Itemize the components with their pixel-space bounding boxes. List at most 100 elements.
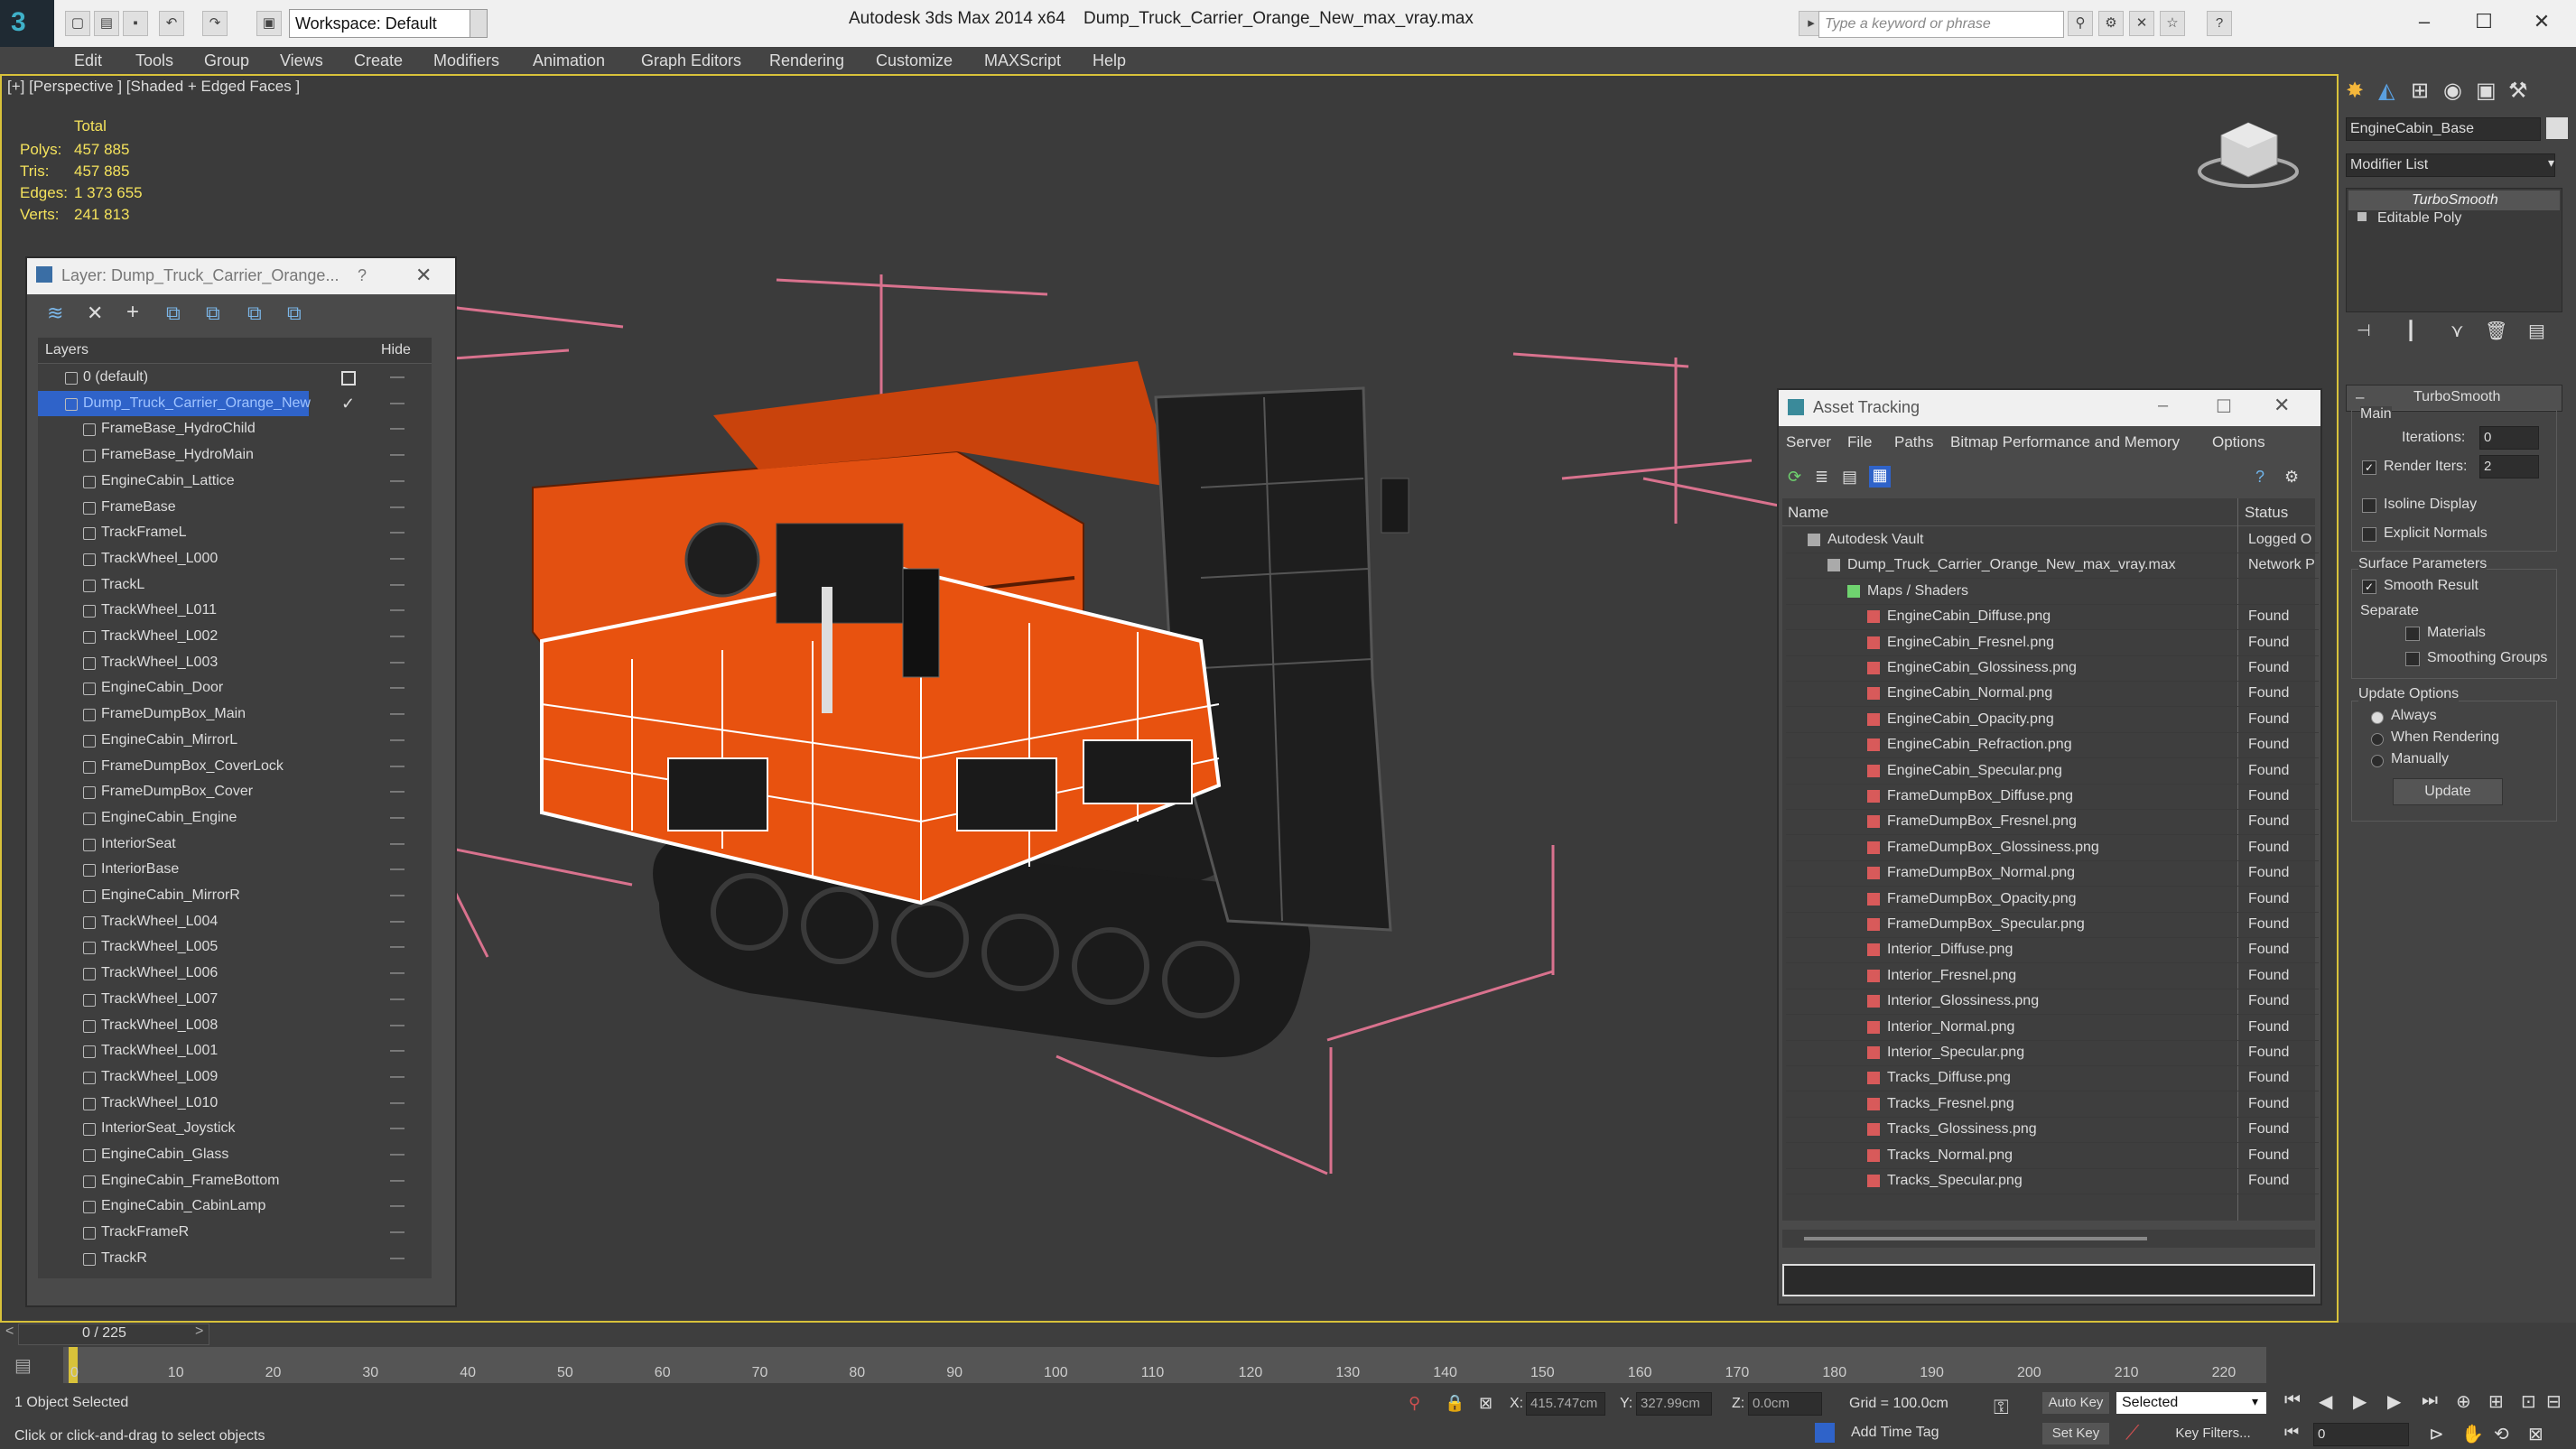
menu-group[interactable]: Group (204, 47, 249, 74)
field-of-view-icon[interactable]: ⊳ (2429, 1423, 2444, 1445)
hide-toggle-icon[interactable]: — (390, 442, 405, 468)
asset-row[interactable]: Interior_Normal.png Found (1786, 1015, 2319, 1041)
hide-toggle-icon[interactable]: — (390, 754, 405, 779)
list-view-icon[interactable]: ≣ (1815, 468, 1828, 487)
smooth-result-checkbox[interactable]: ✓ (2362, 580, 2376, 594)
make-unique-icon[interactable]: ⋎ (2450, 320, 2464, 342)
hide-toggle-icon[interactable]: — (390, 469, 405, 494)
undo-icon[interactable]: ↶ (159, 11, 184, 36)
layer-row[interactable]: FrameBase_HydroChild — (38, 416, 432, 441)
favorites-icon[interactable]: ☆ (2160, 11, 2185, 36)
hide-toggle-icon[interactable]: — (390, 728, 405, 753)
asset-menu-bitmap[interactable]: Bitmap Performance and Memory (1950, 433, 2180, 451)
asset-row[interactable]: FrameDumpBox_Specular.png Found (1786, 912, 2319, 938)
hide-toggle-icon[interactable]: — (390, 650, 405, 675)
iterations-spinner[interactable]: 0 (2479, 426, 2539, 450)
layer-row[interactable]: TrackWheel_L001 — (38, 1038, 432, 1064)
layer-row[interactable]: InteriorSeat_Joystick — (38, 1116, 432, 1141)
x-coordinate-field[interactable]: 415.747cm (1526, 1392, 1605, 1416)
always-radio[interactable] (2371, 711, 2384, 724)
asset-row[interactable]: Interior_Diffuse.png Found (1786, 937, 2319, 964)
asset-row[interactable]: Maps / Shaders (1786, 579, 2319, 605)
hide-toggle-icon[interactable]: — (390, 546, 405, 571)
previous-frame-icon[interactable]: ◀︎ (2319, 1390, 2332, 1413)
layer-row[interactable]: EngineCabin_CabinLamp — (38, 1194, 432, 1219)
zoom-all-icon[interactable]: ⊞ (2488, 1390, 2504, 1413)
asset-row[interactable]: EngineCabin_Diffuse.png Found (1786, 604, 2319, 631)
zoom-icon[interactable]: ⊕ (2456, 1390, 2471, 1413)
asset-row[interactable]: FrameDumpBox_Diffuse.png Found (1786, 784, 2319, 810)
layer-window-titlebar[interactable]: Layer: Dump_Truck_Carrier_Orange... ? ✕ (27, 258, 455, 294)
manually-radio[interactable] (2371, 755, 2384, 767)
hide-toggle-icon[interactable]: — (390, 624, 405, 649)
layer-row[interactable]: TrackWheel_L008 — (38, 1013, 432, 1038)
asset-row[interactable]: Tracks_Specular.png Found (1786, 1168, 2319, 1194)
maximize-icon[interactable]: ☐ (2216, 395, 2232, 418)
hide-toggle-icon[interactable]: — (390, 365, 405, 390)
help-icon[interactable]: ? (358, 266, 367, 285)
col-layers[interactable]: Layers (45, 342, 88, 358)
redo-icon[interactable]: ↷ (202, 11, 228, 36)
active-layer-checkmark-icon[interactable]: ✓ (341, 391, 355, 416)
lock-icon[interactable]: 🔒 (1445, 1394, 1465, 1413)
hide-toggle-icon[interactable]: — (390, 1064, 405, 1090)
search-input[interactable]: Type a keyword or phrase (1818, 11, 2064, 38)
menu-help[interactable]: Help (1093, 47, 1126, 74)
asset-row[interactable]: Dump_Truck_Carrier_Orange_New_max_vray.m… (1786, 553, 2319, 580)
key-filters-button[interactable]: Key Filters... (2163, 1423, 2263, 1444)
layer-row[interactable]: EngineCabin_FrameBottom — (38, 1168, 432, 1194)
asset-row[interactable]: Interior_Specular.png Found (1786, 1040, 2319, 1066)
hide-toggle-icon[interactable]: — (390, 391, 405, 416)
thumbnail-view-icon[interactable]: ▤ (1842, 468, 1857, 487)
asset-window-titlebar[interactable]: Asset Tracking – ☐ ✕ (1779, 390, 2320, 426)
hide-toggle-icon[interactable]: — (390, 1194, 405, 1219)
binoculars-icon[interactable]: ⚲ (2068, 11, 2093, 36)
save-file-icon[interactable]: ▪ (123, 11, 148, 36)
hide-all-icon[interactable]: ⧉ (247, 302, 262, 325)
hide-toggle-icon[interactable]: — (390, 520, 405, 545)
layer-row[interactable]: TrackWheel_L004 — (38, 909, 432, 934)
asset-row[interactable]: EngineCabin_Glossiness.png Found (1786, 655, 2319, 682)
hide-toggle-icon[interactable]: — (390, 883, 405, 908)
layer-row[interactable]: TrackWheel_L007 — (38, 987, 432, 1012)
hide-toggle-icon[interactable]: — (390, 1220, 405, 1245)
explicit-normals-checkbox[interactable] (2362, 527, 2376, 542)
asset-row[interactable]: FrameDumpBox_Glossiness.png Found (1786, 835, 2319, 861)
materials-checkbox[interactable] (2405, 627, 2420, 641)
layer-row[interactable]: InteriorSeat — (38, 831, 432, 857)
configure-sets-icon[interactable]: ▤ (2528, 320, 2545, 342)
col-name[interactable]: Name (1788, 504, 1828, 522)
display-tab-icon[interactable]: ▣ (2476, 78, 2497, 104)
col-status[interactable]: Status (2245, 504, 2288, 522)
menu-rendering[interactable]: Rendering (769, 47, 844, 74)
layer-row[interactable]: TrackWheel_L003 — (38, 650, 432, 675)
render-iters-spinner[interactable]: 2 (2479, 455, 2539, 478)
asset-menu-options[interactable]: Options (2212, 433, 2265, 451)
subscription-icon[interactable]: ⚙ (2098, 11, 2124, 36)
pin-stack-icon[interactable]: ⊣ (2357, 321, 2371, 340)
isoline-checkbox[interactable] (2362, 498, 2376, 513)
asset-tracking-window[interactable]: Asset Tracking – ☐ ✕ Server File Paths B… (1777, 388, 2322, 1305)
set-key-button[interactable]: Set Key (2042, 1423, 2109, 1444)
layer-row[interactable]: InteriorBase — (38, 857, 432, 882)
absolute-mode-icon[interactable]: ⊠ (1479, 1394, 1493, 1413)
play-icon[interactable]: ▶ (2353, 1390, 2367, 1413)
hide-toggle-icon[interactable]: — (390, 416, 405, 441)
hide-toggle-icon[interactable]: — (390, 598, 405, 623)
close-icon[interactable]: ✕ (2274, 394, 2290, 417)
utilities-tab-icon[interactable]: ⚒ (2508, 78, 2528, 104)
layer-row[interactable]: EngineCabin_Door — (38, 675, 432, 701)
asset-list[interactable]: Name Status Autodesk Vault Logged O Dump_T… (1782, 498, 2319, 1221)
auto-key-button[interactable]: Auto Key (2042, 1392, 2109, 1414)
orbit-icon[interactable]: ⟲ (2494, 1423, 2509, 1445)
asset-row[interactable]: Tracks_Diffuse.png Found (1786, 1065, 2319, 1092)
asset-menu-server[interactable]: Server (1786, 433, 1831, 451)
z-coordinate-field[interactable]: 0.0cm (1748, 1392, 1822, 1416)
layer-row[interactable]: Dump_Truck_Carrier_Orange_New ✓ — (38, 390, 432, 416)
chevron-down-icon[interactable]: ▾ (2548, 155, 2554, 171)
asset-row[interactable]: FrameDumpBox_Fresnel.png Found (1786, 809, 2319, 836)
time-slider-next-icon[interactable]: > (195, 1324, 203, 1340)
key-mode-icon[interactable]: ⚿ (1994, 1396, 2009, 1419)
layer-row[interactable]: TrackFrameL — (38, 520, 432, 545)
layer-row[interactable]: TrackL — (38, 572, 432, 598)
